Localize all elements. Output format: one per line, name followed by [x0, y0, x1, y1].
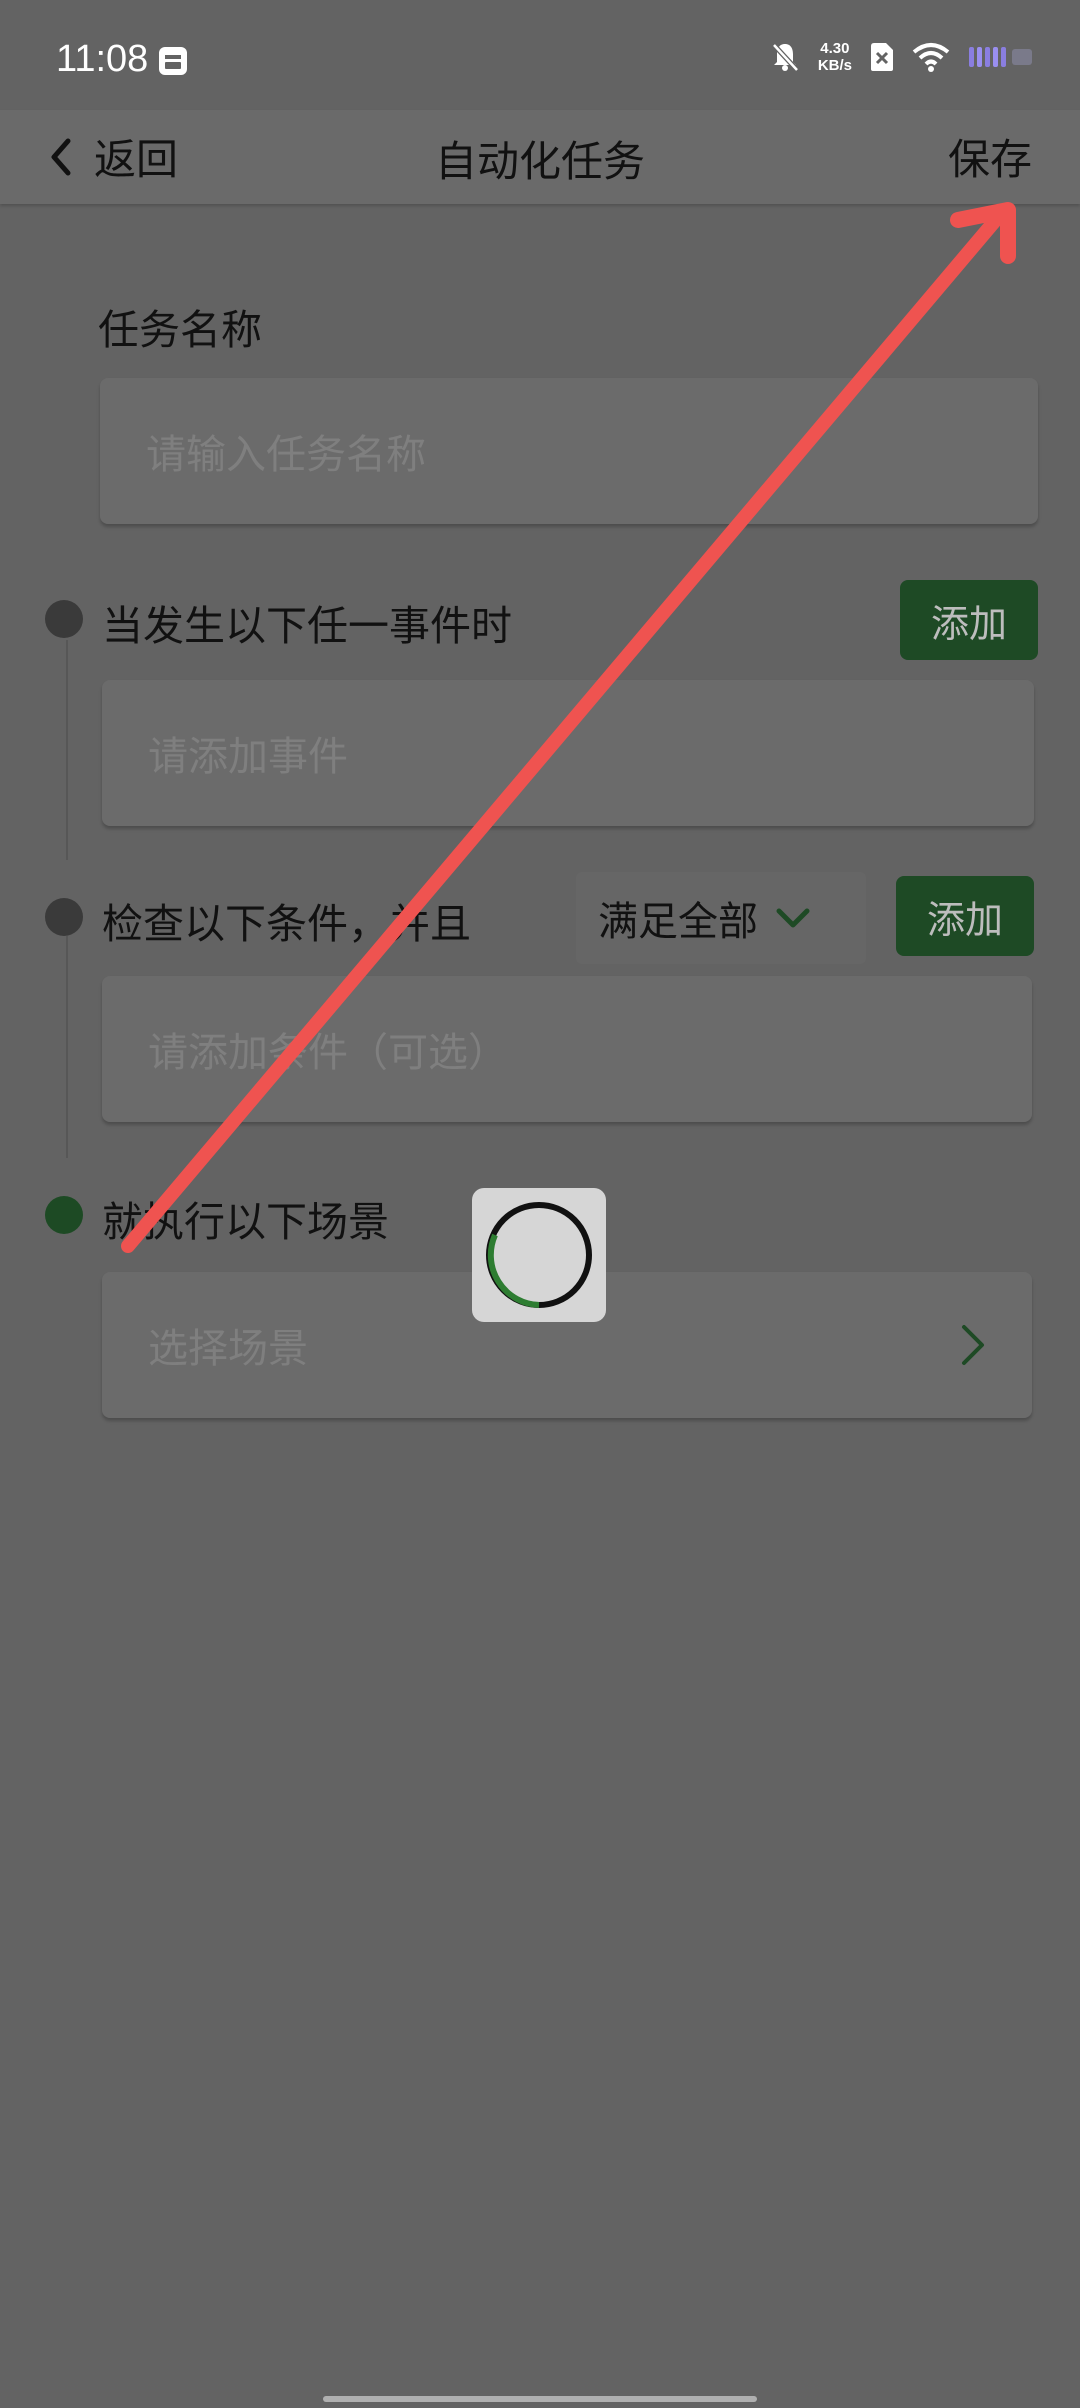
home-indicator[interactable] — [323, 2396, 757, 2402]
annotation-arrow — [121, 202, 1016, 1253]
